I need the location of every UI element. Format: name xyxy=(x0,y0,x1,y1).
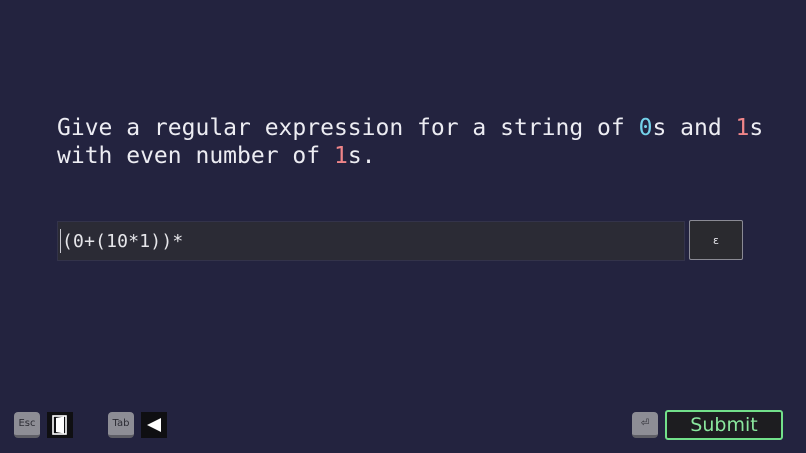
question-part: Give a regular expression for a string o… xyxy=(57,115,639,141)
digit-one: 1 xyxy=(333,143,348,169)
digit-zero: 0 xyxy=(638,115,653,141)
back-arrow-icon xyxy=(147,418,161,432)
epsilon-label: ε xyxy=(713,233,719,247)
question-part: s and xyxy=(652,115,736,141)
question-part: s. xyxy=(347,143,376,169)
submit-label: Submit xyxy=(690,414,758,436)
exit-button[interactable] xyxy=(47,412,73,438)
digit-one: 1 xyxy=(735,115,750,141)
esc-key-hint: Esc xyxy=(14,412,40,438)
enter-key-icon: ⏎ xyxy=(640,418,650,429)
enter-key-hint: ⏎ xyxy=(632,412,658,438)
tab-key-hint: Tab xyxy=(108,412,134,438)
exit-door-icon xyxy=(52,415,67,435)
tab-key-label: Tab xyxy=(112,418,130,429)
back-button[interactable] xyxy=(141,412,167,438)
question-text: Give a regular expression for a string o… xyxy=(57,114,777,170)
esc-key-label: Esc xyxy=(18,418,36,429)
epsilon-button[interactable]: ε xyxy=(689,220,743,260)
text-caret xyxy=(60,229,61,253)
submit-button[interactable]: Submit xyxy=(665,410,783,440)
answer-input[interactable]: (0+(10*1))* xyxy=(57,221,685,261)
answer-value: (0+(10*1))* xyxy=(62,230,184,252)
